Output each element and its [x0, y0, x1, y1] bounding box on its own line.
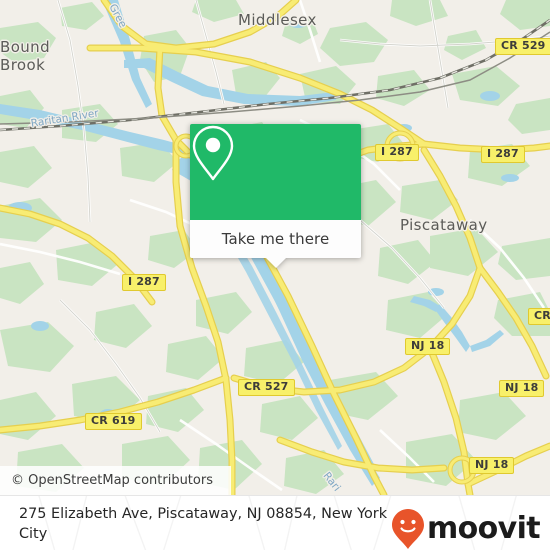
map-canvas[interactable]: Bound Brook Middlesex Piscataway Raritan… — [0, 0, 550, 495]
road-shield: I 287 — [122, 274, 166, 291]
road-shield: I 287 — [375, 144, 419, 161]
map-screen: Bound Brook Middlesex Piscataway Raritan… — [0, 0, 550, 550]
road-shield: I 287 — [481, 146, 525, 163]
road-shield: CR — [528, 308, 550, 325]
popup-action-area[interactable]: Take me there — [190, 220, 361, 268]
moovit-logo[interactable]: moovit — [391, 508, 541, 550]
moovit-wordmark: moovit — [426, 511, 541, 546]
map-pin-icon — [192, 125, 234, 181]
address-text: 275 Elizabeth Ave, Piscataway, NJ 08854,… — [19, 506, 388, 542]
attribution-text: © OpenStreetMap contributors — [11, 473, 213, 488]
map-attribution[interactable]: © OpenStreetMap contributors — [0, 466, 231, 495]
location-popup-card[interactable]: Take me there — [190, 124, 361, 268]
footer-bar: 275 Elizabeth Ave, Piscataway, NJ 08854,… — [0, 495, 550, 550]
popup-icon-area — [190, 124, 361, 220]
road-shield: CR 619 — [85, 413, 142, 430]
road-shield: CR 529 — [495, 38, 550, 55]
road-shield: NJ 18 — [405, 338, 451, 355]
take-me-there-label: Take me there — [221, 230, 330, 248]
popup-tail — [265, 258, 286, 268]
road-shield: NJ 18 — [499, 380, 545, 397]
road-shield: CR 527 — [238, 379, 295, 396]
road-shield: NJ 18 — [469, 457, 515, 474]
moovit-pin-smiley-icon — [391, 509, 424, 549]
